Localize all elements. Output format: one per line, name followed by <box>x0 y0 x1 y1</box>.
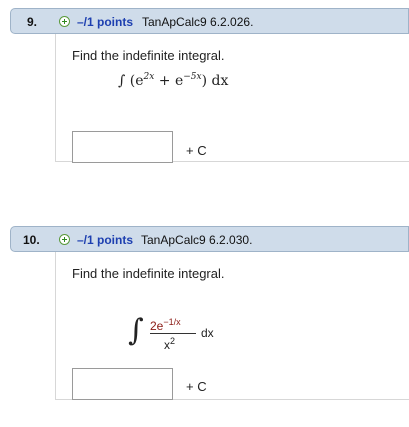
question-code: TanApCalc9 6.2.030. <box>141 233 253 247</box>
plus-circle-icon[interactable] <box>59 16 70 27</box>
question-prompt: Find the indefinite integral. <box>72 266 225 281</box>
plus-c-label: + C <box>186 143 207 158</box>
points-label[interactable]: –/1 points <box>77 233 133 247</box>
plus-circle-icon[interactable] <box>59 234 70 245</box>
exponent-1: 2x <box>143 72 155 82</box>
answer-input[interactable] <box>72 368 173 400</box>
numerator-base: 2e <box>150 319 164 333</box>
question-number: 10. <box>23 233 40 247</box>
plus-c-label: + C <box>186 379 207 394</box>
question-number: 9. <box>27 15 38 29</box>
formula-close: ) dx <box>201 73 229 89</box>
fraction-bar <box>150 333 196 334</box>
question-body: Find the indefinite integral. ∫ (e2x + e… <box>55 34 409 163</box>
question-9: 9. –/1 points TanApCalc9 6.2.026. Find t… <box>10 8 409 163</box>
differential: dx <box>201 326 214 340</box>
integral-sign: ∫ <box>118 73 126 89</box>
formula-middle: + e <box>154 73 184 89</box>
fraction-numerator: 2e−1/x <box>150 317 181 333</box>
answer-input[interactable] <box>72 131 173 163</box>
question-code: TanApCalc9 6.2.026. <box>142 15 254 29</box>
question-header: 10. –/1 points TanApCalc9 6.2.030. <box>10 226 409 252</box>
formula-open: (e <box>129 73 144 89</box>
numerator-exponent: −1/x <box>163 317 181 327</box>
exponent-2: −5x <box>183 72 202 82</box>
denominator-exponent: 2 <box>170 336 176 346</box>
question-prompt: Find the indefinite integral. <box>72 48 225 63</box>
question-10: 10. –/1 points TanApCalc9 6.2.030. Find … <box>10 226 409 400</box>
points-label[interactable]: –/1 points <box>77 15 133 29</box>
question-header: 9. –/1 points TanApCalc9 6.2.026. <box>10 8 409 34</box>
integral-sign: ∫ <box>128 313 144 348</box>
fraction-denominator: x2 <box>164 336 175 352</box>
integral-formula: ∫ (e2x + e−5x) dx <box>118 72 228 89</box>
question-body: Find the indefinite integral. ∫ 2e−1/x x… <box>55 252 409 400</box>
